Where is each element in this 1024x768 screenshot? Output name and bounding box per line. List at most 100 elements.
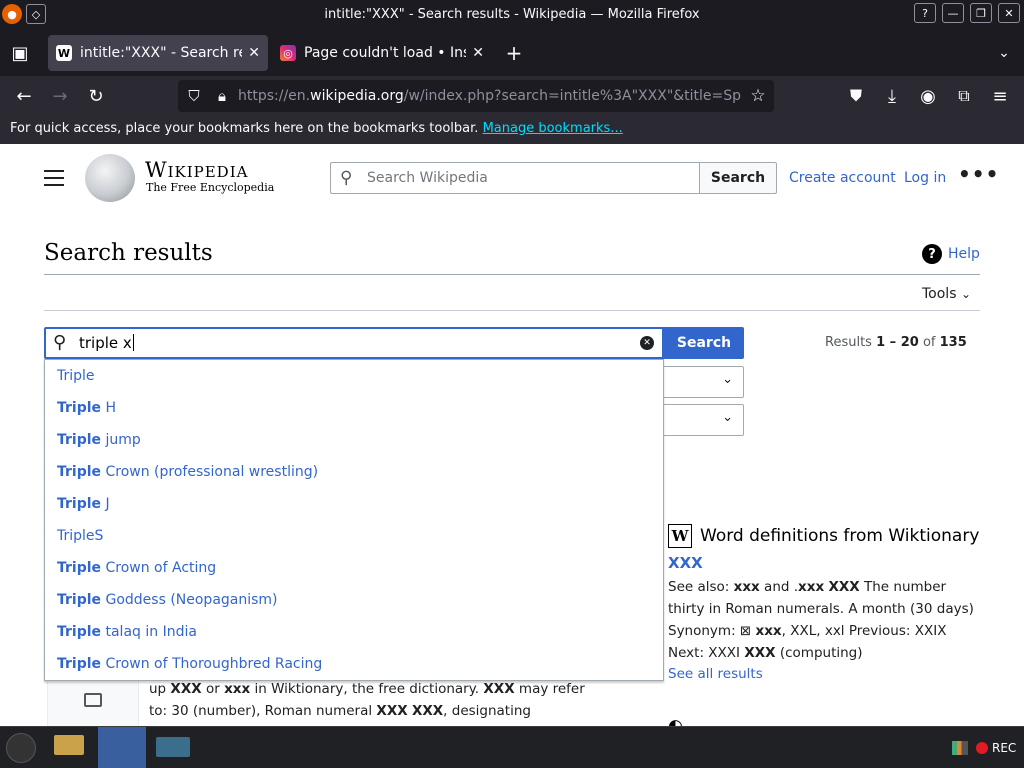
suggestion-match: Triple	[57, 400, 102, 416]
def-term: xxx	[733, 579, 760, 595]
clear-search-icon[interactable]: ✕	[640, 336, 654, 350]
tab-overview-icon[interactable]: ▣	[6, 39, 34, 67]
record-dot-icon	[976, 742, 988, 754]
extensions-icon[interactable]: ⧉	[950, 82, 978, 110]
snippet-match: XXX	[483, 681, 515, 697]
filter-select-2[interactable]: ⌄	[650, 404, 744, 436]
tools-divider	[44, 310, 980, 311]
suggestion-item[interactable]: TripleS	[57, 528, 103, 544]
main-menu-icon[interactable]	[44, 170, 64, 186]
see-all-results-link[interactable]: See all results	[668, 666, 988, 682]
url-domain: wikipedia.org	[310, 88, 404, 104]
forward-icon[interactable]: →	[46, 82, 74, 110]
suggestion-rest: Crown (professional wrestling)	[101, 464, 319, 480]
active-app-icon[interactable]	[98, 727, 146, 768]
maximize-icon[interactable]: ❐	[970, 3, 992, 23]
tracking-shield-icon[interactable]: ⛉	[180, 82, 208, 110]
start-menu-icon[interactable]	[6, 733, 36, 763]
tab-close-icon[interactable]: ✕	[472, 45, 484, 61]
filter-select-1[interactable]: ⌄	[650, 366, 744, 398]
file-manager-icon[interactable]	[54, 735, 84, 755]
def-term: XXX	[828, 579, 860, 595]
login-link[interactable]: Log in	[904, 170, 946, 186]
suggestion-item[interactable]: Triple jump	[57, 432, 141, 448]
suggestion-item[interactable]: Triple H	[57, 400, 116, 416]
close-icon[interactable]: ✕	[998, 3, 1020, 23]
tab-label: intitle:"XXX" - Search res	[80, 45, 243, 61]
def-term: xxx	[755, 623, 782, 639]
tab-wikipedia[interactable]: W intitle:"XXX" - Search res ✕	[48, 35, 268, 71]
url-text[interactable]: https://en.wikipedia.org/w/index.php?sea…	[238, 88, 742, 104]
suggestion-item[interactable]: Triple J	[57, 496, 110, 512]
wiktionary-term-link[interactable]: XXX	[668, 554, 988, 572]
def-term: xxx	[798, 579, 825, 595]
window-title: intitle:"XXX" - Search results - Wikiped…	[324, 7, 700, 22]
pocket-icon[interactable]: ⛊	[842, 82, 870, 110]
partial-sidebar-heading-icon: ◐	[668, 716, 683, 726]
snippet-text: or	[201, 681, 225, 697]
minimize-icon[interactable]: —	[942, 3, 964, 23]
suggestion-rest: H	[101, 400, 117, 416]
manage-bookmarks-link[interactable]: Manage bookmarks...	[483, 121, 623, 136]
image-placeholder-icon	[84, 693, 102, 707]
wikipedia-favicon-icon: W	[56, 45, 72, 61]
suggestion-item[interactable]: Triple	[57, 368, 95, 384]
wikipedia-globe-logo[interactable]	[85, 154, 135, 202]
result-thumbnail[interactable]	[47, 678, 139, 726]
tab-close-icon[interactable]: ✕	[248, 45, 260, 61]
downloads-icon[interactable]: ⤓	[878, 82, 906, 110]
page-title: Search results	[44, 240, 213, 266]
suggestion-match: Triple	[57, 656, 102, 672]
header-search-input[interactable]: ⚲ Search Wikipedia	[330, 162, 700, 194]
suggestion-match: Triple	[57, 624, 102, 640]
search-suggestions-dropdown: Triple Triple H Triple jump Triple Crown…	[44, 359, 664, 681]
url-prefix: https://en.	[238, 88, 311, 104]
url-bar[interactable]: ⛉ 🔒︎ https://en.wikipedia.org/w/index.ph…	[178, 80, 774, 112]
list-all-tabs-icon[interactable]: ⌄	[990, 39, 1018, 67]
suggestion-rest: Crown of Acting	[101, 560, 217, 576]
back-icon[interactable]: ←	[10, 82, 38, 110]
bookmarks-hint: For quick access, place your bookmarks h…	[10, 121, 479, 136]
search-results-input[interactable]: ⚲ triple x ✕	[44, 327, 664, 359]
header-search-button[interactable]: Search	[699, 162, 777, 194]
header-search-placeholder: Search Wikipedia	[367, 170, 488, 186]
new-tab-icon[interactable]: +	[500, 39, 528, 67]
suggestion-match: Triple	[57, 464, 102, 480]
lock-icon[interactable]: 🔒︎	[208, 82, 236, 110]
taskbar-app-icon[interactable]	[156, 737, 190, 757]
suggestion-rest: jump	[101, 432, 141, 448]
suggestion-rest: Triple	[57, 368, 95, 384]
suggestion-item[interactable]: Triple Goddess (Neopaganism)	[57, 592, 278, 608]
results-count: Results 1 – 20 of 135	[825, 335, 967, 350]
results-of: of	[922, 335, 936, 350]
create-account-link[interactable]: Create account	[789, 170, 896, 186]
window-titlebar: ● ◇ intitle:"XXX" - Search results - Wik…	[0, 0, 1024, 30]
bookmark-star-icon[interactable]: ☆	[744, 82, 772, 110]
suggestion-item[interactable]: Triple Crown (professional wrestling)	[57, 464, 318, 480]
wikipedia-wordmark[interactable]: Wikipedia	[145, 158, 248, 182]
app-menu-icon[interactable]: ≡	[986, 82, 1014, 110]
suggestion-item[interactable]: Triple Crown of Thoroughbred Racing	[57, 656, 322, 672]
snippet-match: XXX	[170, 681, 202, 697]
tab-instagram[interactable]: ◎ Page couldn't load • Inst ✕	[272, 35, 492, 71]
wiktionary-definition: See also: xxx and .xxx XXX The number th…	[668, 576, 978, 664]
help-link[interactable]: ? Help	[922, 244, 980, 264]
help-window-icon[interactable]: ?	[914, 3, 936, 23]
account-icon[interactable]: ◉	[914, 82, 942, 110]
rec-label: REC	[992, 741, 1017, 755]
snippet-match: xxx	[224, 681, 251, 697]
suggestion-item[interactable]: Triple talaq in India	[57, 624, 197, 640]
search-input-value[interactable]: triple x	[79, 334, 134, 352]
chevron-down-icon: ⌄	[722, 372, 733, 387]
search-results-button[interactable]: Search	[664, 327, 744, 359]
suggestion-item[interactable]: Triple Crown of Acting	[57, 560, 216, 576]
suggestion-match: Triple	[57, 560, 102, 576]
more-options-icon[interactable]: •••	[958, 162, 999, 186]
recording-indicator[interactable]: REC	[976, 741, 1016, 755]
reload-icon[interactable]: ↻	[82, 82, 110, 110]
title-divider	[44, 274, 980, 275]
tools-label: Tools	[922, 286, 957, 302]
url-path: /w/index.php?search=intitle%3A"XXX"&titl…	[403, 88, 742, 104]
tab-label: Page couldn't load • Inst	[304, 45, 467, 61]
tools-dropdown[interactable]: Tools ⌄	[922, 286, 971, 302]
